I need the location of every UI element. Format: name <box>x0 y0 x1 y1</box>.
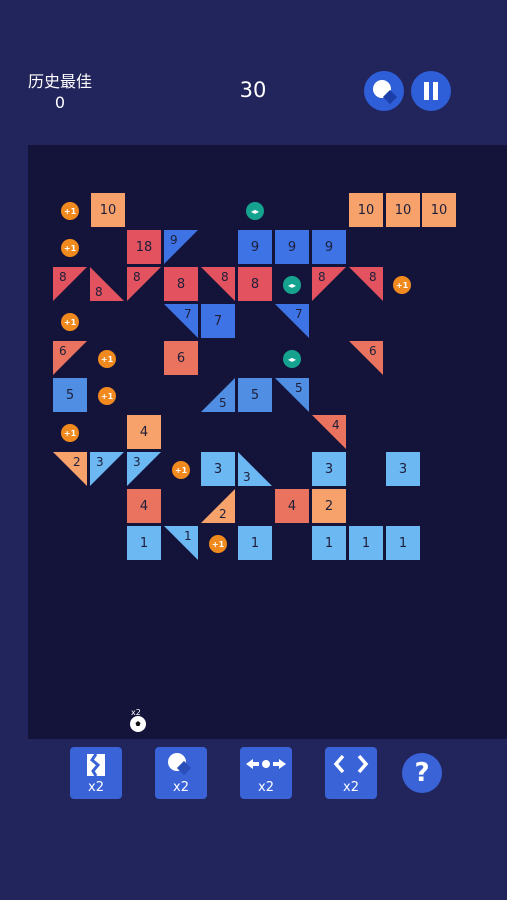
plus-one-pickup: +1 <box>209 535 227 553</box>
brick: 10 <box>349 193 383 227</box>
triangle-brick: 8 <box>90 267 124 301</box>
triangle-brick: 6 <box>53 341 87 375</box>
plus-one-pickup: +1 <box>393 276 411 294</box>
brick: 7 <box>201 304 235 338</box>
triangle-brick: 8 <box>127 267 161 301</box>
plus-one-pickup: +1 <box>61 239 79 257</box>
ball-icon <box>373 80 398 105</box>
triangle-brick: 6 <box>349 341 383 375</box>
triangle-brick: 8 <box>53 267 87 301</box>
tool-count: x2 <box>173 780 189 795</box>
plus-one-pickup: +1 <box>61 424 79 442</box>
brick: 10 <box>386 193 420 227</box>
brick: 2 <box>312 489 346 523</box>
brick: 1 <box>312 526 346 560</box>
plus-one-pickup: +1 <box>98 350 116 368</box>
brick: 4 <box>127 415 161 449</box>
top-bar: 历史最佳 0 30 <box>0 0 507 145</box>
triangle-brick: 3 <box>127 452 161 486</box>
brick: 10 <box>91 193 125 227</box>
triangle-brick: 8 <box>349 267 383 301</box>
brick: 5 <box>53 378 87 412</box>
best-score-value: 0 <box>54 93 66 112</box>
plus-one-pickup: +1 <box>98 387 116 405</box>
split-ball-pickup: ◂▸ <box>283 276 301 294</box>
spread-tool-button[interactable]: x2 <box>240 747 292 799</box>
pause-icon <box>424 82 438 100</box>
split-brick-tool-button[interactable]: x2 <box>70 747 122 799</box>
triangle-brick: 7 <box>275 304 309 338</box>
triangle-brick: 8 <box>201 267 235 301</box>
brick: 5 <box>238 378 272 412</box>
triangle-brick: 3 <box>90 452 124 486</box>
triangle-brick: 4 <box>312 415 346 449</box>
tool-count: x2 <box>343 780 359 795</box>
ball-tool-button[interactable]: x2 <box>155 747 207 799</box>
brick: 1 <box>386 526 420 560</box>
brick: 3 <box>312 452 346 486</box>
triangle-brick: 8 <box>312 267 346 301</box>
ball-launcher[interactable] <box>130 716 146 732</box>
triangle-brick: 1 <box>164 526 198 560</box>
brick: 9 <box>275 230 309 264</box>
brick: 6 <box>164 341 198 375</box>
brick: 8 <box>238 267 272 301</box>
expand-tool-button[interactable]: x2 <box>325 747 377 799</box>
split-ball-pickup: ◂▸ <box>246 202 264 220</box>
triangle-brick: 3 <box>238 452 272 486</box>
brick: 1 <box>127 526 161 560</box>
brick: 9 <box>312 230 346 264</box>
brick: 10 <box>422 193 456 227</box>
brick: 4 <box>127 489 161 523</box>
brick: 1 <box>349 526 383 560</box>
ball-skin-button[interactable] <box>364 71 404 111</box>
triangle-brick: 2 <box>53 452 87 486</box>
help-button[interactable]: ? <box>402 753 442 793</box>
soccer-ball-icon <box>130 716 146 732</box>
best-score-label: 历史最佳 <box>27 72 92 91</box>
triangle-brick: 2 <box>201 489 235 523</box>
brick: 1 <box>238 526 272 560</box>
tool-count: x2 <box>88 780 104 795</box>
tool-count: x2 <box>258 780 274 795</box>
triangle-brick: 9 <box>164 230 198 264</box>
triangle-brick: 5 <box>201 378 235 412</box>
current-score: 30 <box>239 78 267 102</box>
brick: 8 <box>164 267 198 301</box>
brick: 4 <box>275 489 309 523</box>
brick: 3 <box>201 452 235 486</box>
plus-one-pickup: +1 <box>172 461 190 479</box>
plus-one-pickup: +1 <box>61 202 79 220</box>
triangle-brick: 7 <box>164 304 198 338</box>
brick: 3 <box>386 452 420 486</box>
brick: 18 <box>127 230 161 264</box>
brick: 9 <box>238 230 272 264</box>
pause-button[interactable] <box>411 71 451 111</box>
split-ball-pickup: ◂▸ <box>283 350 301 368</box>
triangle-brick: 5 <box>275 378 309 412</box>
plus-one-pickup: +1 <box>61 313 79 331</box>
